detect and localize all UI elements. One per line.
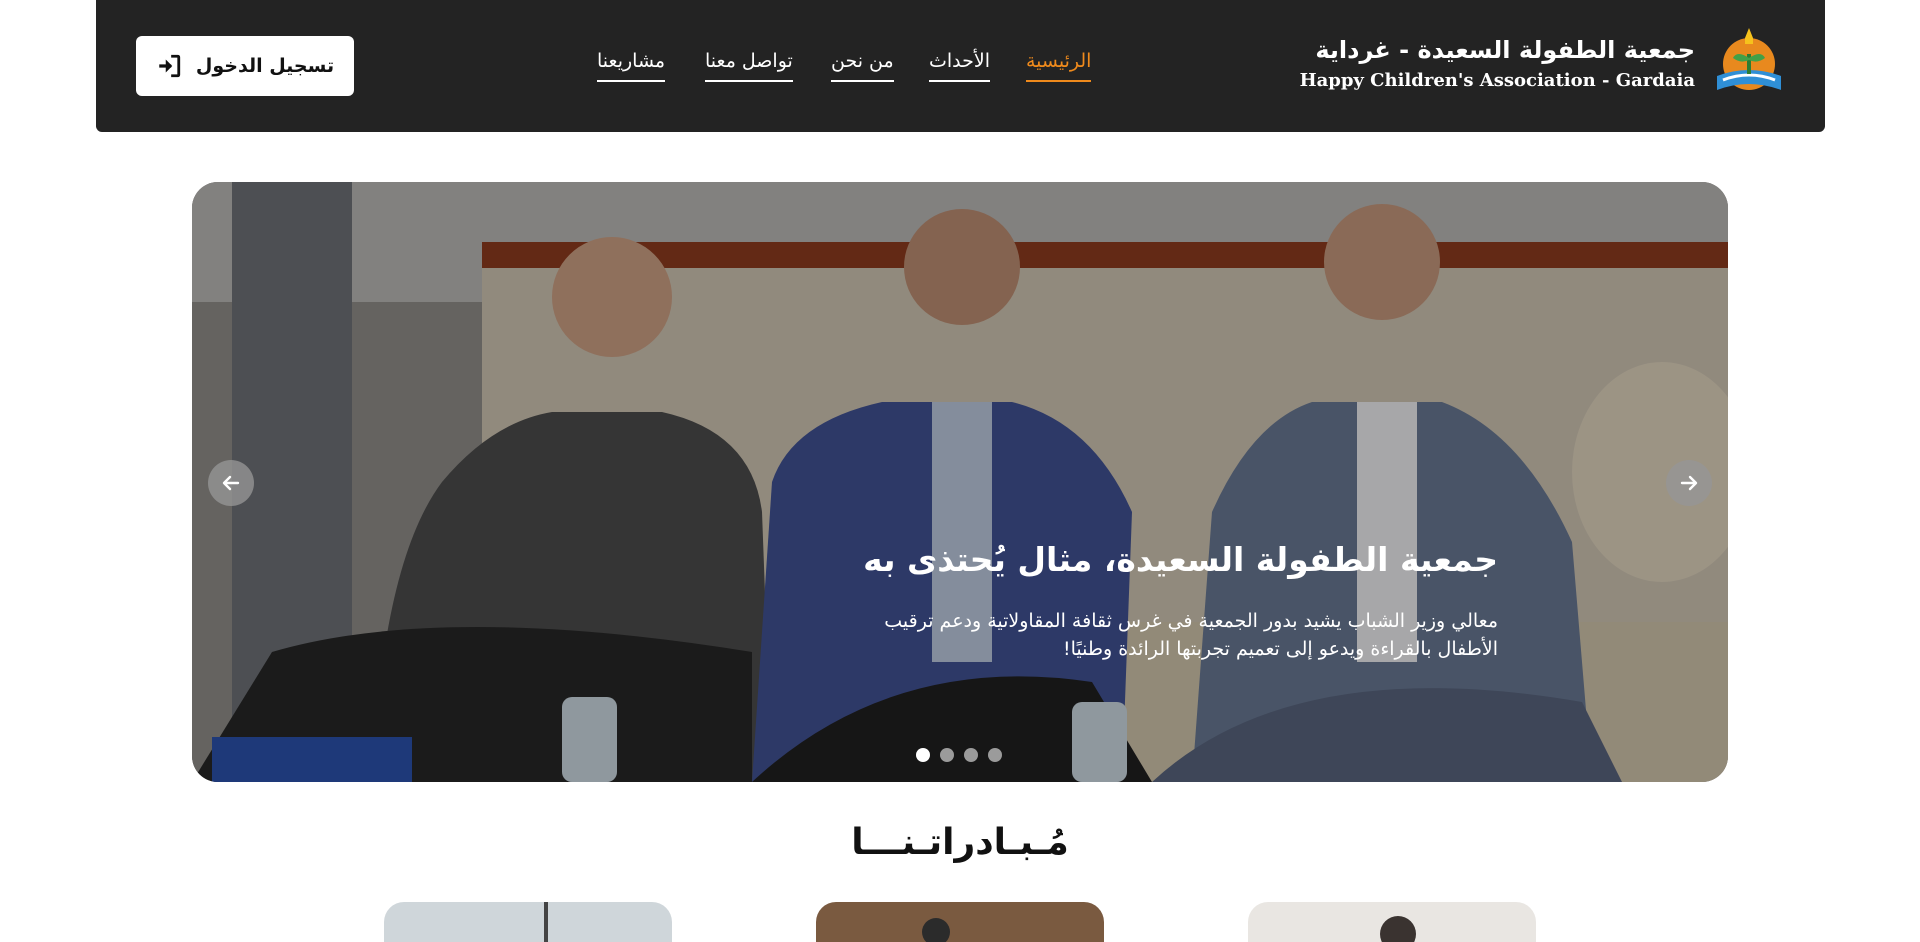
arrow-right-icon — [1680, 475, 1698, 491]
nav-events[interactable]: الأحداث — [929, 50, 990, 82]
initiative-card[interactable] — [384, 902, 672, 942]
brand-name-arabic: جمعية الطفولة السعيدة - غرداية — [1315, 36, 1695, 64]
nav-home[interactable]: الرئيسية — [1026, 50, 1092, 82]
hero-slider: جمعية الطفولة السعيدة، مثال يُحتذى به مع… — [192, 182, 1728, 782]
login-button[interactable]: تسجيل الدخول — [136, 36, 354, 96]
slide-overlay — [192, 182, 1728, 782]
site-header: جمعية الطفولة السعيدة - غرداية Happy Chi… — [96, 0, 1825, 132]
initiative-card[interactable] — [1248, 902, 1536, 942]
initiatives-title: مُـبـادراتـنـــا — [851, 822, 1069, 863]
brand[interactable]: جمعية الطفولة السعيدة - غرداية Happy Chi… — [1300, 24, 1789, 104]
nav-contact[interactable]: تواصل معنا — [705, 50, 793, 82]
slide-indicator-2[interactable] — [940, 748, 954, 762]
slide-indicator-4[interactable] — [988, 748, 1002, 762]
nav-about[interactable]: من نحن — [831, 50, 894, 82]
initiative-card-image — [384, 902, 672, 942]
slider-prev-button[interactable] — [208, 460, 254, 506]
slide-title: جمعية الطفولة السعيدة، مثال يُحتذى به — [863, 540, 1498, 579]
login-label: تسجيل الدخول — [195, 55, 335, 77]
brand-name-english: Happy Children's Association - Gardaia — [1299, 70, 1695, 91]
initiative-card-image — [816, 902, 1104, 942]
initiative-card-image — [1248, 902, 1536, 942]
association-logo-icon[interactable] — [1709, 24, 1789, 104]
arrow-left-icon — [222, 475, 240, 491]
sign-in-icon — [159, 54, 181, 78]
slide-indicator-1[interactable] — [916, 748, 930, 762]
initiative-card[interactable] — [816, 902, 1104, 942]
nav-projects[interactable]: مشاريعنا — [597, 50, 666, 82]
slider-indicators — [916, 748, 1002, 762]
slide-description: معالي وزير الشباب يشيد بدور الجمعية في غ… — [884, 610, 1498, 660]
slide-indicator-3[interactable] — [964, 748, 978, 762]
slider-next-button[interactable] — [1666, 460, 1712, 506]
brand-text: جمعية الطفولة السعيدة - غرداية Happy Chi… — [1300, 35, 1695, 93]
